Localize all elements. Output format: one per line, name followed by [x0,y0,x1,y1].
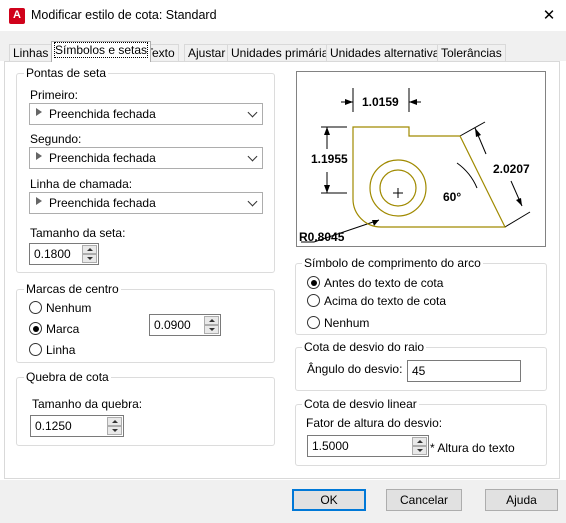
jog-height-label: Fator de altura do desvio: [306,416,443,430]
arrow-glyph-icon [36,152,42,160]
preview-dim-angle: 60° [443,190,462,204]
center-mark-size-spinner[interactable]: 0.0900 [149,314,221,336]
spin-down-button[interactable] [82,254,97,263]
radius-jog-legend: Cota de desvio do raio [302,340,427,354]
window-title: Modificar estilo de cota: Standard [31,8,217,22]
jog-angle-input[interactable]: 45 [407,360,521,382]
arc-symbol-none-radio[interactable]: Nenhum [307,316,369,330]
close-icon[interactable]: ✕ [538,6,560,26]
chevron-down-icon [247,107,258,118]
first-arrow-label: Primeiro: [30,88,79,102]
second-arrow-label: Segundo: [30,132,82,146]
break-size-spinner[interactable]: 0.1250 [30,415,124,437]
break-size-label: Tamanho da quebra: [32,397,143,411]
cancel-button[interactable]: Cancelar [386,489,462,511]
arrowheads-legend: Pontas de seta [24,66,109,80]
center-mark-line-radio[interactable]: Linha [29,343,75,357]
tab-symbols-arrows[interactable]: Símbolos e setas [51,41,152,62]
center-mark-mark-radio[interactable]: Marca [29,322,79,336]
arc-symbol-before-radio[interactable]: Antes do texto de cota [307,276,443,290]
arc-length-legend: Símbolo de comprimento do arco [302,256,483,270]
arrow-size-spinner[interactable]: 0.1800 [29,243,99,265]
preview-dim-radius: R0.8045 [299,230,345,244]
arc-symbol-above-radio[interactable]: Acima do texto de cota [307,294,446,308]
leader-arrow-label: Linha de chamada: [30,177,133,191]
tab-alternate-units[interactable]: Unidades alternativas [326,44,450,62]
spin-up-button[interactable] [204,316,219,325]
chevron-down-icon [247,196,258,207]
center-mark-none-radio[interactable]: Nenhum [29,301,91,315]
jog-height-spinner[interactable]: 1.5000 [307,435,429,457]
spin-up-button[interactable] [412,437,427,446]
ok-button[interactable]: OK [292,489,366,511]
tab-primary-units[interactable]: Unidades primárias [227,44,339,62]
spin-down-button[interactable] [412,446,427,455]
preview-dim-left: 1.1955 [311,152,348,166]
first-arrow-select[interactable]: Preenchida fechada [29,103,263,125]
button-bar [0,480,566,523]
spin-down-button[interactable] [107,426,122,435]
center-marks-legend: Marcas de centro [24,282,121,296]
arrow-glyph-icon [36,108,42,116]
spin-up-button[interactable] [107,417,122,426]
linear-jog-legend: Cota de desvio linear [302,397,419,411]
arrow-size-label: Tamanho da seta: [30,226,126,240]
spin-down-button[interactable] [204,325,219,334]
autocad-app-icon: A [9,8,25,24]
text-height-suffix: * Altura do texto [430,441,515,455]
tab-fit[interactable]: Ajustar [184,44,230,62]
dimension-break-legend: Quebra de cota [24,370,111,384]
help-button[interactable]: Ajuda [485,489,558,511]
chevron-down-icon [247,151,258,162]
preview-dim-diagonal: 2.0207 [493,162,530,176]
jog-angle-label: Ângulo do desvio: [307,362,403,376]
arrow-glyph-icon [36,197,42,205]
second-arrow-select[interactable]: Preenchida fechada [29,147,263,169]
spin-up-button[interactable] [82,245,97,254]
dimension-preview: 1.0159 1.1955 2.0207 60° R0.8045 [296,71,546,247]
preview-dim-top: 1.0159 [362,95,399,109]
leader-arrow-select[interactable]: Preenchida fechada [29,192,263,214]
tab-lines[interactable]: Linhas [9,44,53,62]
tab-tolerances[interactable]: Tolerâncias [437,44,506,62]
